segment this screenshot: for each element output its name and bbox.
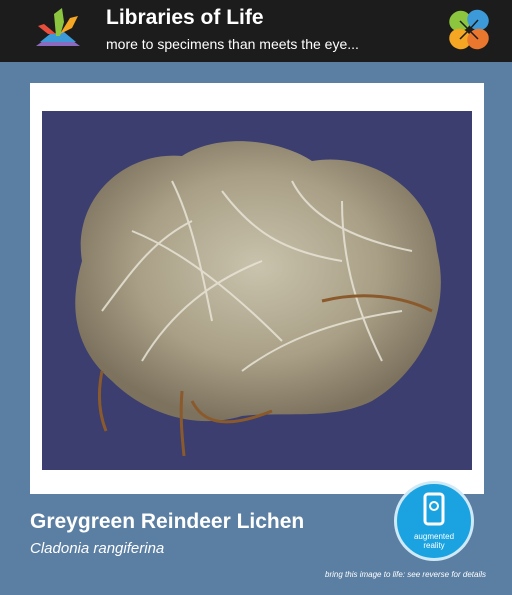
scientific-name: Cladonia rangiferina (30, 540, 165, 557)
leaf-cluster-icon (449, 9, 489, 50)
phone-icon (423, 492, 445, 526)
app-title: Libraries of Life (106, 6, 264, 29)
common-name: Greygreen Reindeer Lichen (30, 510, 305, 533)
footer-note: bring this image to life: see reverse fo… (325, 570, 486, 579)
lichen-image (75, 141, 441, 457)
augmented-reality-badge[interactable]: augmented reality (394, 481, 474, 561)
ar-label: augmented reality (413, 532, 455, 550)
libraries-of-life-logo-icon (36, 8, 80, 46)
header-bar: Libraries of Life more to specimens than… (0, 0, 512, 62)
app-subtitle: more to specimens than meets the eye... (106, 36, 359, 52)
specimen-photo (42, 111, 472, 470)
